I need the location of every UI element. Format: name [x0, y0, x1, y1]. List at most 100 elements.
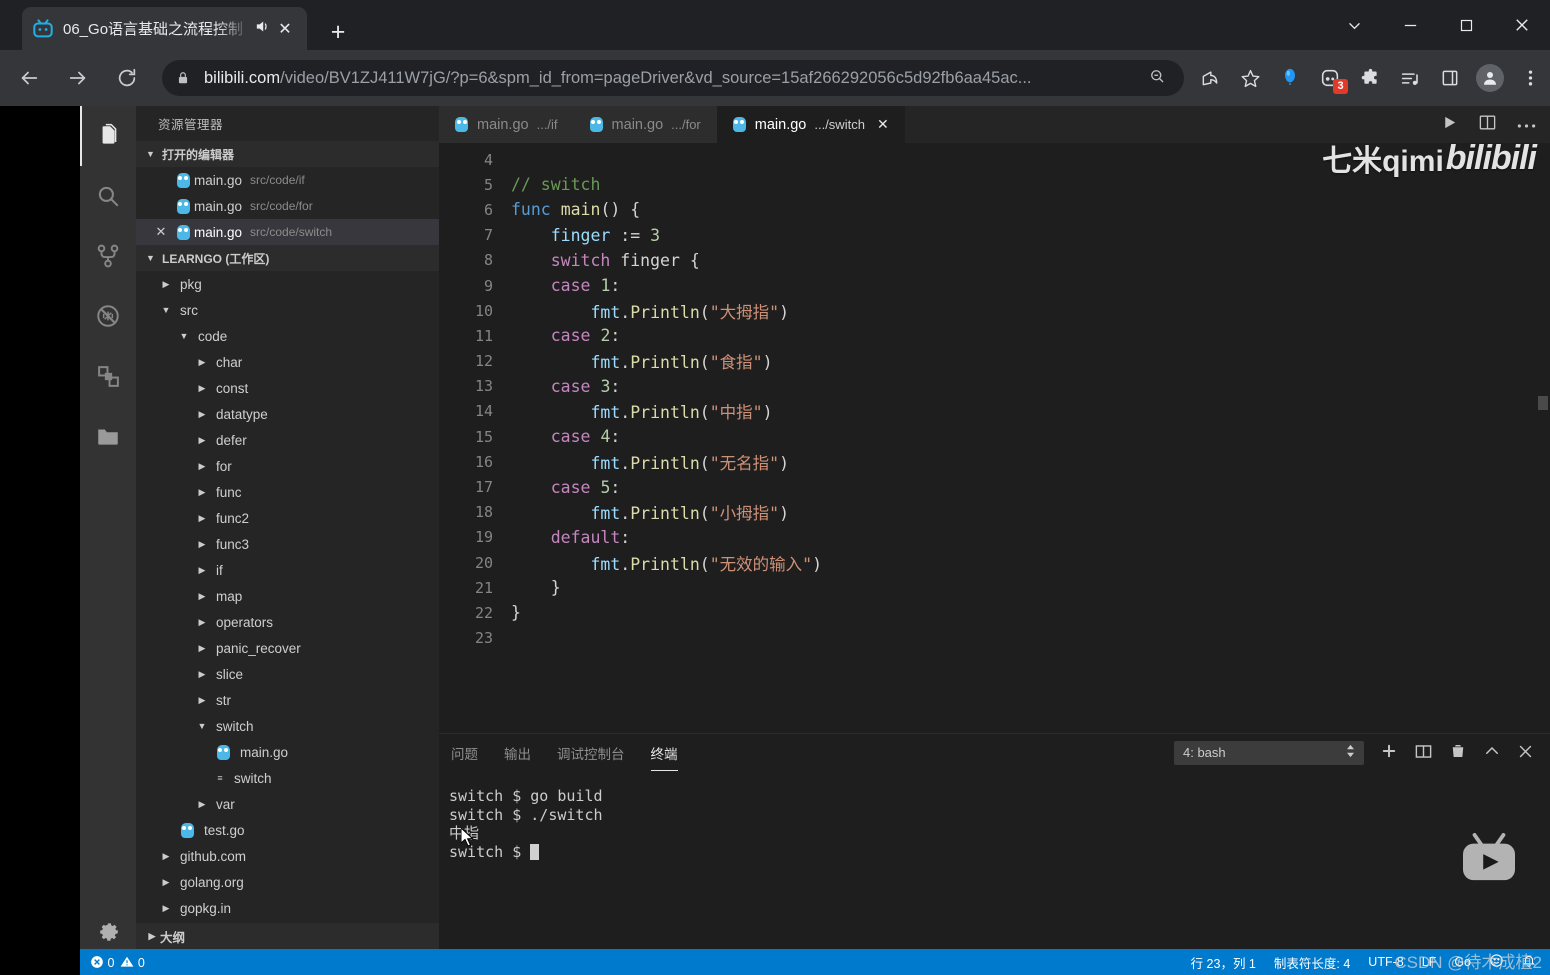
- split-editor-icon[interactable]: [1478, 113, 1497, 137]
- line-ending[interactable]: LF: [1422, 955, 1437, 969]
- sidepanel-icon[interactable]: [1430, 58, 1470, 98]
- chevron-down-icon: ▼: [146, 253, 155, 263]
- extension-badge-icon[interactable]: 3: [1310, 58, 1350, 98]
- new-terminal-icon[interactable]: [1380, 742, 1398, 763]
- open-editor-item[interactable]: ✕ main.go src/code/switch: [136, 219, 439, 245]
- chevron-down-icon[interactable]: [1326, 0, 1382, 50]
- chevron-right-icon: ▶: [198, 460, 206, 471]
- kill-terminal-icon[interactable]: [1449, 742, 1467, 763]
- language-mode[interactable]: Go: [1454, 955, 1471, 969]
- editor-scrollbar-thumb[interactable]: [1538, 396, 1548, 410]
- sidebar-item-run-debug[interactable]: [80, 286, 136, 346]
- tree-folder[interactable]: ▶ if: [136, 557, 439, 583]
- run-play-icon[interactable]: [1441, 114, 1458, 136]
- tree-folder[interactable]: ▶ slice: [136, 661, 439, 687]
- tree-folder[interactable]: ▶ panic_recover: [136, 635, 439, 661]
- terminal-output[interactable]: switch $ go buildswitch $ ./switch中指swit…: [439, 771, 1550, 861]
- tree-folder[interactable]: ▶ defer: [136, 427, 439, 453]
- tree-folder[interactable]: ▼ switch: [136, 713, 439, 739]
- maximize-panel-icon[interactable]: [1483, 742, 1501, 763]
- media-list-icon[interactable]: [1390, 58, 1430, 98]
- lock-icon: [176, 70, 192, 86]
- more-actions-icon[interactable]: [1517, 116, 1536, 134]
- tree-folder[interactable]: ▶ for: [136, 453, 439, 479]
- panel-tab[interactable]: 调试控制台: [557, 734, 625, 771]
- panel-tab[interactable]: 问题: [451, 734, 478, 771]
- back-arrow-icon[interactable]: [9, 58, 49, 98]
- sidebar-item-search[interactable]: [80, 166, 136, 226]
- editor-tab[interactable]: main.go .../if: [439, 106, 574, 143]
- close-window-icon[interactable]: [1494, 0, 1550, 50]
- zoom-out-icon[interactable]: [1148, 67, 1170, 90]
- minimize-icon[interactable]: [1382, 0, 1438, 50]
- tree-folder[interactable]: ▶ var: [136, 791, 439, 817]
- open-editor-item[interactable]: main.go src/code/for: [136, 193, 439, 219]
- tree-folder[interactable]: ▶ operators: [136, 609, 439, 635]
- editor-tab[interactable]: main.go .../for: [573, 106, 717, 143]
- reload-icon[interactable]: [107, 58, 147, 98]
- tab-size[interactable]: 制表符长度: 4: [1274, 953, 1350, 972]
- tree-folder[interactable]: ▶ func3: [136, 531, 439, 557]
- close-icon[interactable]: ✕: [150, 224, 172, 240]
- tree-folder[interactable]: ▶ map: [136, 583, 439, 609]
- tree-folder[interactable]: ▶ str: [136, 687, 439, 713]
- share-icon[interactable]: [1190, 58, 1230, 98]
- tree-folder[interactable]: ▶ gopkg.in: [136, 895, 439, 921]
- tree-folder[interactable]: ▼ code: [136, 323, 439, 349]
- cursor-position[interactable]: 行 23，列 1: [1191, 953, 1256, 972]
- tree-folder[interactable]: ▶ char: [136, 349, 439, 375]
- balloon-icon[interactable]: [1270, 58, 1310, 98]
- code-line: 4: [439, 147, 1550, 172]
- error-count-badge[interactable]: 0: [90, 955, 114, 970]
- code-line: 14 fmt.Println("中指"): [439, 399, 1550, 424]
- open-editor-item[interactable]: main.go src/code/if: [136, 167, 439, 193]
- tree-folder[interactable]: ▶ func2: [136, 505, 439, 531]
- sidebar-item-extensions[interactable]: [80, 346, 136, 406]
- warning-count-badge[interactable]: 0: [120, 955, 145, 970]
- tree-folder[interactable]: ▶ pkg: [136, 271, 439, 297]
- tree-folder[interactable]: ▼ src: [136, 297, 439, 323]
- browser-tab[interactable]: 06_Go语言基础之流程控制 ✕: [22, 7, 307, 50]
- bell-icon[interactable]: [1522, 953, 1536, 971]
- speaker-icon[interactable]: [251, 18, 273, 39]
- open-editors-header[interactable]: ▼ 打开的编辑器: [136, 141, 439, 167]
- encoding[interactable]: UTF-8: [1368, 955, 1403, 969]
- more-menu-icon[interactable]: [1510, 58, 1550, 98]
- tree-folder[interactable]: ▶ const: [136, 375, 439, 401]
- split-terminal-icon[interactable]: [1414, 742, 1433, 764]
- line-number: 14: [474, 402, 493, 421]
- tree-folder[interactable]: ▶ datatype: [136, 401, 439, 427]
- tree-folder[interactable]: ▶ github.com: [136, 843, 439, 869]
- sidebar-item-explorer[interactable]: [80, 106, 136, 166]
- tab-close-icon[interactable]: ✕: [273, 19, 297, 39]
- editor-tab-close-icon[interactable]: ✕: [877, 116, 889, 133]
- profile-avatar-icon[interactable]: [1470, 58, 1510, 98]
- maximize-icon[interactable]: [1438, 0, 1494, 50]
- address-bar[interactable]: bilibili.com/video/BV1ZJ411W7jG/?p=6&spm…: [162, 60, 1184, 96]
- close-panel-icon[interactable]: [1517, 743, 1534, 763]
- workspace-header[interactable]: ▼ LEARNGO (工作区): [136, 245, 439, 271]
- forward-arrow-icon[interactable]: [58, 58, 98, 98]
- tree-folder[interactable]: ▶ golang.org: [136, 869, 439, 895]
- code-token: (: [699, 302, 710, 322]
- puzzle-extensions-icon[interactable]: [1350, 58, 1390, 98]
- panel-tab[interactable]: 终端: [651, 734, 678, 771]
- tree-file[interactable]: test.go: [136, 817, 439, 843]
- tree-folder[interactable]: ▶ func: [136, 479, 439, 505]
- panel-tab[interactable]: 输出: [504, 734, 531, 771]
- outline-section-header[interactable]: ▶ 大纲: [136, 923, 439, 949]
- tree-file[interactable]: ≡ switch: [136, 765, 439, 791]
- terminal-selector[interactable]: 4: bash: [1174, 740, 1364, 765]
- line-number: 13: [474, 377, 493, 396]
- feedback-smiley-icon[interactable]: [1489, 953, 1504, 971]
- new-tab-button[interactable]: +: [322, 18, 354, 50]
- sidebar-item-source-control[interactable]: [80, 226, 136, 286]
- tree-file[interactable]: main.go: [136, 739, 439, 765]
- bookmark-star-icon[interactable]: [1230, 58, 1270, 98]
- code-line: 15 case 4:: [439, 424, 1550, 449]
- editor-tab[interactable]: main.go .../switch ✕: [716, 106, 905, 143]
- file-tree: ▶ pkg ▼ src ▼ code ▶ char ▶ const ▶ datatype ▶ defer ▶…: [136, 271, 439, 923]
- code-editor[interactable]: 4 5// switch 6 func main() {7 finger := 38 …: [439, 143, 1550, 733]
- sidebar-item-remote-folder[interactable]: [80, 406, 136, 466]
